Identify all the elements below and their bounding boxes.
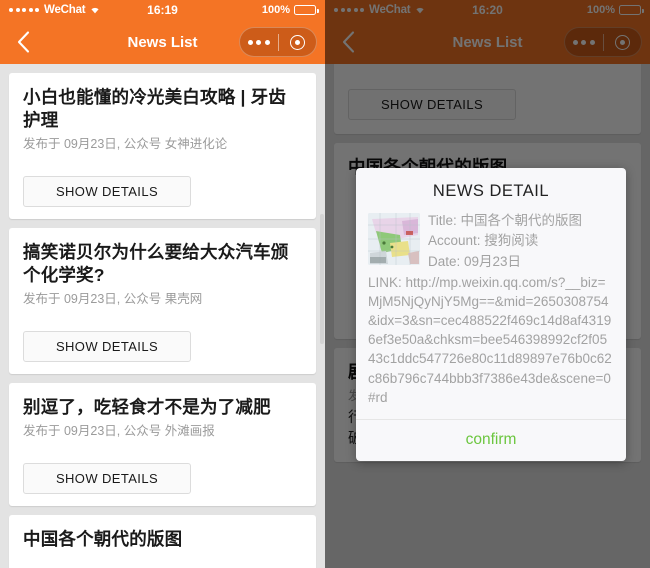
signal-dots-icon [9, 8, 39, 12]
news-title: 搞笑诺贝尔为什么要给大众汽车颁个化学奖? [23, 241, 289, 286]
dialog-body: Title: 中国各个朝代的版图 Account: 搜狗阅读 Date: 09月… [356, 211, 626, 419]
news-list-scroll-area[interactable]: 小白也能懂的冷光美白攻略 | 牙齿护理 发布于 09月23日, 公众号 女神进化… [0, 64, 325, 568]
news-meta: 发布于 09月23日, 公众号 果壳网 [23, 292, 203, 307]
target-circle-icon[interactable] [279, 34, 317, 50]
map-thumbnail-graphic [368, 213, 420, 265]
scrollbar-thumb[interactable] [320, 214, 324, 344]
news-title: 中国各个朝代的版图 [23, 528, 183, 549]
map-thumbnail-image [368, 213, 420, 265]
detail-title-field: Title: 中国各个朝代的版图 [428, 213, 583, 228]
status-left-group: WeChat [9, 4, 101, 17]
detail-link-field: LINK: http://mp.weixin.qq.com/s?__biz=Mj… [368, 274, 612, 405]
detail-date-field: Date: 09月23日 [428, 253, 522, 269]
news-card[interactable]: 小白也能懂的冷光美白攻略 | 牙齿护理 发布于 09月23日, 公众号 女神进化… [9, 73, 316, 219]
battery-percent-label: 100% [261, 4, 290, 16]
dialog-heading: NEWS DETAIL [432, 182, 550, 200]
wifi-icon [89, 4, 101, 17]
news-meta: 发布于 09月23日, 公众号 外滩画报 [23, 423, 215, 438]
battery-icon [294, 5, 319, 15]
news-card[interactable]: 中国各个朝代的版图 SHOW DETAILS [9, 514, 316, 568]
show-details-button[interactable]: SHOW DETAILS [23, 462, 191, 494]
detail-summary-row: Title: 中国各个朝代的版图 Account: 搜狗阅读 Date: 09月… [368, 211, 614, 272]
status-bar: WeChat 16:19 100% [0, 0, 325, 20]
news-detail-dialog: NEWS DETAIL Title: 中国各个朝代的版图 Account: 搜狗… [356, 168, 626, 461]
dialog-footer: confirm [356, 418, 626, 461]
confirm-button[interactable]: confirm [466, 431, 517, 449]
wechat-capsule-button[interactable] [239, 27, 317, 57]
phone-screen-right: WeChat 16:20 100% News List [325, 0, 650, 568]
detail-account-field: Account: 搜狗阅读 [428, 233, 539, 249]
phone-screen-left: WeChat 16:19 100% News List 小白也能懂的冷光美白攻略… [0, 0, 325, 568]
carrier-label: WeChat [44, 4, 86, 16]
status-right-group: 100% [261, 4, 319, 16]
scrollbar[interactable] [320, 64, 324, 568]
show-details-button[interactable]: SHOW DETAILS [23, 330, 191, 362]
show-details-button[interactable]: SHOW DETAILS [23, 175, 191, 207]
news-card[interactable]: 搞笑诺贝尔为什么要给大众汽车颁个化学奖? 发布于 09月23日, 公众号 果壳网… [9, 227, 316, 374]
detail-fields: Title: 中国各个朝代的版图 Account: 搜狗阅读 Date: 09月… [428, 211, 614, 272]
news-title: 小白也能懂的冷光美白攻略 | 牙齿护理 [23, 87, 287, 131]
more-dots-icon[interactable] [240, 39, 278, 45]
news-meta: 发布于 09月23日, 公众号 女神进化论 [23, 137, 228, 152]
news-title: 别逗了，吃轻食才不是为了减肥 [23, 396, 271, 417]
news-card[interactable]: 别逗了，吃轻食才不是为了减肥 发布于 09月23日, 公众号 外滩画报 SHOW… [9, 382, 316, 506]
dual-screenshot-container: WeChat 16:19 100% News List 小白也能懂的冷光美白攻略… [0, 0, 650, 568]
navigation-bar: News List [0, 20, 325, 64]
